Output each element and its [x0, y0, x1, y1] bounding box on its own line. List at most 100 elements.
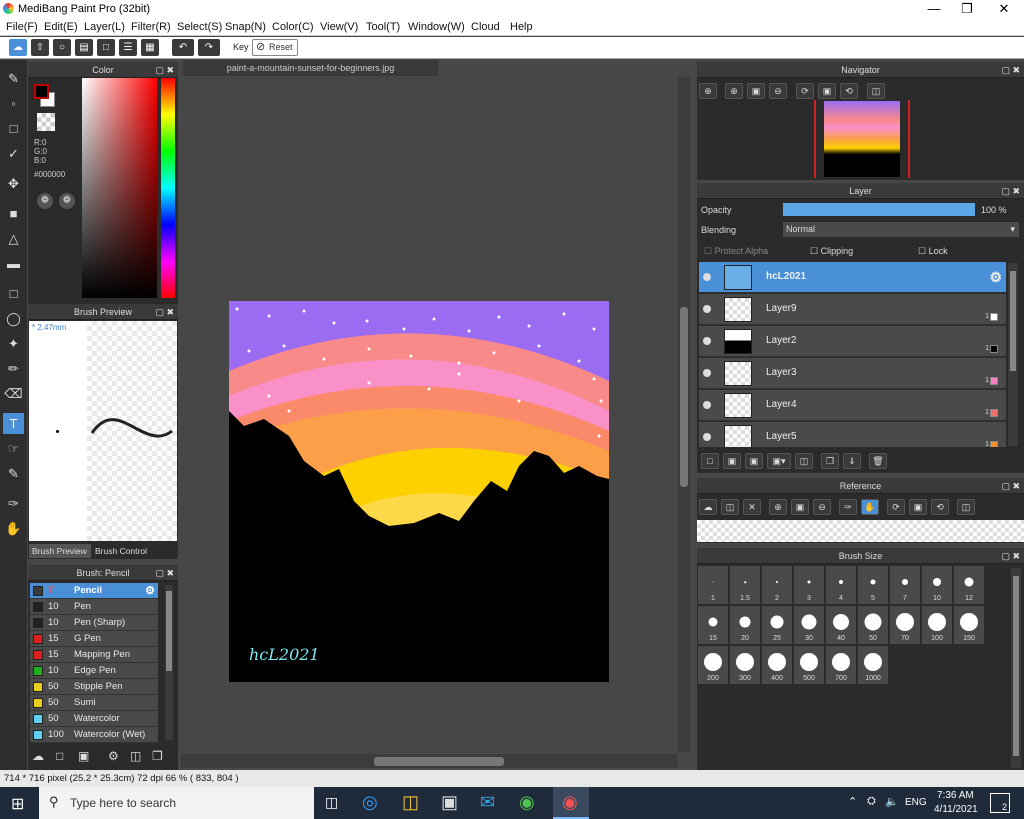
brush-item-row[interactable]: 100 Watercolor (Wet)	[30, 727, 158, 743]
brush-item-row[interactable]: 50 Watercolor	[30, 711, 158, 727]
brush-size-cell[interactable]: 700	[826, 646, 856, 684]
fit-icon[interactable]: ▣	[791, 499, 809, 515]
brush-size-cell[interactable]: 12	[954, 566, 984, 604]
vertical-scrollbar[interactable]	[678, 77, 690, 752]
brush-scroll-thumb[interactable]	[166, 591, 172, 671]
layer-row[interactable]: hcL2021 ⚙	[699, 262, 1006, 293]
tab-brush-preview[interactable]: Brush Preview	[29, 544, 91, 558]
clock-time[interactable]: 7:36 AM	[937, 790, 974, 801]
brush-size-cell[interactable]: 100	[922, 606, 952, 644]
brush-size-cell[interactable]: 20	[730, 606, 760, 644]
select-eraser-tool-icon[interactable]: ⌫	[3, 383, 24, 404]
select-pen-tool-icon[interactable]: ✏	[3, 358, 24, 379]
brush-size-cell[interactable]: 70	[890, 606, 920, 644]
lasso-tool-icon[interactable]: ◯	[3, 308, 24, 329]
zoom-in-icon[interactable]: ⊕	[769, 499, 787, 515]
brush-size-cell[interactable]: 50	[858, 606, 888, 644]
clipping-checkbox[interactable]: ☐ Clipping	[810, 246, 853, 257]
menu-edit[interactable]: Edit(E)	[44, 21, 78, 33]
mail-icon[interactable]: ✉	[480, 792, 495, 813]
add-layer-menu-icon[interactable]: ▣▾	[767, 453, 791, 469]
text-tool-icon[interactable]: T	[3, 413, 24, 434]
select-tool-icon[interactable]: □	[3, 283, 24, 304]
brush-item-row[interactable]: 7 Pencil ⚙	[30, 583, 158, 599]
zoom-in-icon[interactable]: ⊕	[725, 83, 743, 99]
redo-icon[interactable]: ↷	[198, 39, 220, 56]
brush-item-row[interactable]: 50 Stipple Pen	[30, 679, 158, 695]
volume-icon[interactable]: 🔈	[885, 795, 899, 808]
cloud-upload-icon[interactable]: ☁	[32, 749, 44, 763]
close-reference-icon[interactable]: ✕	[743, 499, 761, 515]
protect-alpha-checkbox[interactable]: ☐ Protect Alpha	[704, 246, 768, 257]
menu-tool[interactable]: Tool(T)	[366, 21, 400, 33]
visibility-icon[interactable]	[703, 305, 711, 313]
color-swatches[interactable]	[34, 84, 56, 108]
zoom-out-icon[interactable]: ⊖	[769, 83, 787, 99]
add-brush-icon[interactable]: ▣	[78, 749, 89, 763]
flip-icon[interactable]: ◫	[867, 83, 885, 99]
operation-tool-icon[interactable]: ☞	[3, 438, 24, 459]
layer-row[interactable]: Layer3 1	[699, 358, 1006, 389]
blur-tool-icon[interactable]: ✎	[3, 463, 24, 484]
brush-item-row[interactable]: 10 Edge Pen	[30, 663, 158, 679]
eyedropper-icon[interactable]: ✑	[839, 499, 857, 515]
folder-icon[interactable]: ◫	[130, 749, 141, 763]
folder-icon[interactable]: ◫	[795, 453, 813, 469]
menu-help[interactable]: Help	[510, 21, 533, 33]
menu-color[interactable]: Color(C)	[272, 21, 314, 33]
brush-size-cell[interactable]: 150	[954, 606, 984, 644]
visibility-icon[interactable]	[703, 433, 711, 441]
brush-size-cell[interactable]: 10	[922, 566, 952, 604]
brush-size-cell[interactable]: 40	[826, 606, 856, 644]
menu-snap[interactable]: Snap(N)	[225, 21, 266, 33]
brush-tool-icon[interactable]: ✎	[3, 68, 24, 89]
list-icon[interactable]: ☰	[119, 39, 137, 56]
cloud-upload-icon[interactable]: ☁	[699, 499, 717, 515]
line-tool-icon[interactable]: ✓	[3, 143, 24, 164]
eyedropper-tool-icon[interactable]: ✑	[3, 493, 24, 514]
brush-size-cell[interactable]: 15	[698, 606, 728, 644]
reset-view-icon[interactable]: ▣	[818, 83, 836, 99]
menu-view[interactable]: View(V)	[320, 21, 358, 33]
visibility-icon[interactable]	[703, 337, 711, 345]
active-app-button[interactable]: ◉	[553, 787, 589, 819]
language-indicator[interactable]: ENG	[905, 797, 927, 808]
brush-item-row[interactable]: 10 Pen	[30, 599, 158, 615]
menu-layer[interactable]: Layer(L)	[84, 21, 125, 33]
layer-row[interactable]: Layer2 1	[699, 326, 1006, 357]
layer-scroll-thumb[interactable]	[1010, 271, 1016, 371]
transparent-swatch[interactable]	[37, 113, 55, 131]
grid-icon[interactable]: ▦	[141, 39, 159, 56]
brush-item-row[interactable]: 15 Mapping Pen	[30, 647, 158, 663]
brush-size-cell[interactable]: 3	[794, 566, 824, 604]
layer-row[interactable]: Layer5 1	[699, 422, 1006, 447]
opacity-slider[interactable]	[783, 203, 975, 216]
open-folder-icon[interactable]: ◫	[721, 499, 739, 515]
duplicate-icon[interactable]: ❐	[152, 749, 163, 763]
horizontal-scroll-thumb[interactable]	[374, 757, 504, 766]
brush-size-cell[interactable]: 1	[698, 566, 728, 604]
new-brush-icon[interactable]: □	[56, 749, 63, 763]
gradient-tool-icon[interactable]: ▬	[3, 253, 24, 274]
brush-size-cell[interactable]: 4	[826, 566, 856, 604]
brush-settings-icon[interactable]: ⚙	[145, 584, 155, 597]
search-box[interactable]: ⚲ Type here to search	[39, 787, 314, 819]
panel-close-icon[interactable]: ▢ ✖	[155, 304, 174, 320]
cloud-brush-icon[interactable]: ☁	[9, 39, 27, 56]
maximize-button[interactable]: ❐	[949, 0, 985, 18]
panel-close-icon[interactable]: ▢ ✖	[1001, 478, 1020, 494]
menu-file[interactable]: File(F)	[6, 21, 38, 33]
layer-row[interactable]: Layer4 1	[699, 390, 1006, 421]
brush-item-row[interactable]: 50 Sumi	[30, 695, 158, 711]
magic-wand-tool-icon[interactable]: ✦	[3, 333, 24, 354]
edge-icon[interactable]: ◎	[362, 792, 378, 813]
lock-checkbox[interactable]: ☐ Lock	[918, 246, 948, 257]
comment-icon[interactable]: ○	[53, 39, 71, 56]
fill-shape-tool-icon[interactable]: ■	[3, 203, 24, 224]
brush-size-cell[interactable]: 25	[762, 606, 792, 644]
brush-item-row[interactable]: 15 G Pen	[30, 631, 158, 647]
rotate-icon[interactable]: ⟳	[796, 83, 814, 99]
store-icon[interactable]: ▣	[441, 792, 458, 813]
hand-tool-icon[interactable]: ✋	[3, 518, 24, 539]
panel-close-icon[interactable]: ▢ ✖	[1001, 548, 1020, 564]
